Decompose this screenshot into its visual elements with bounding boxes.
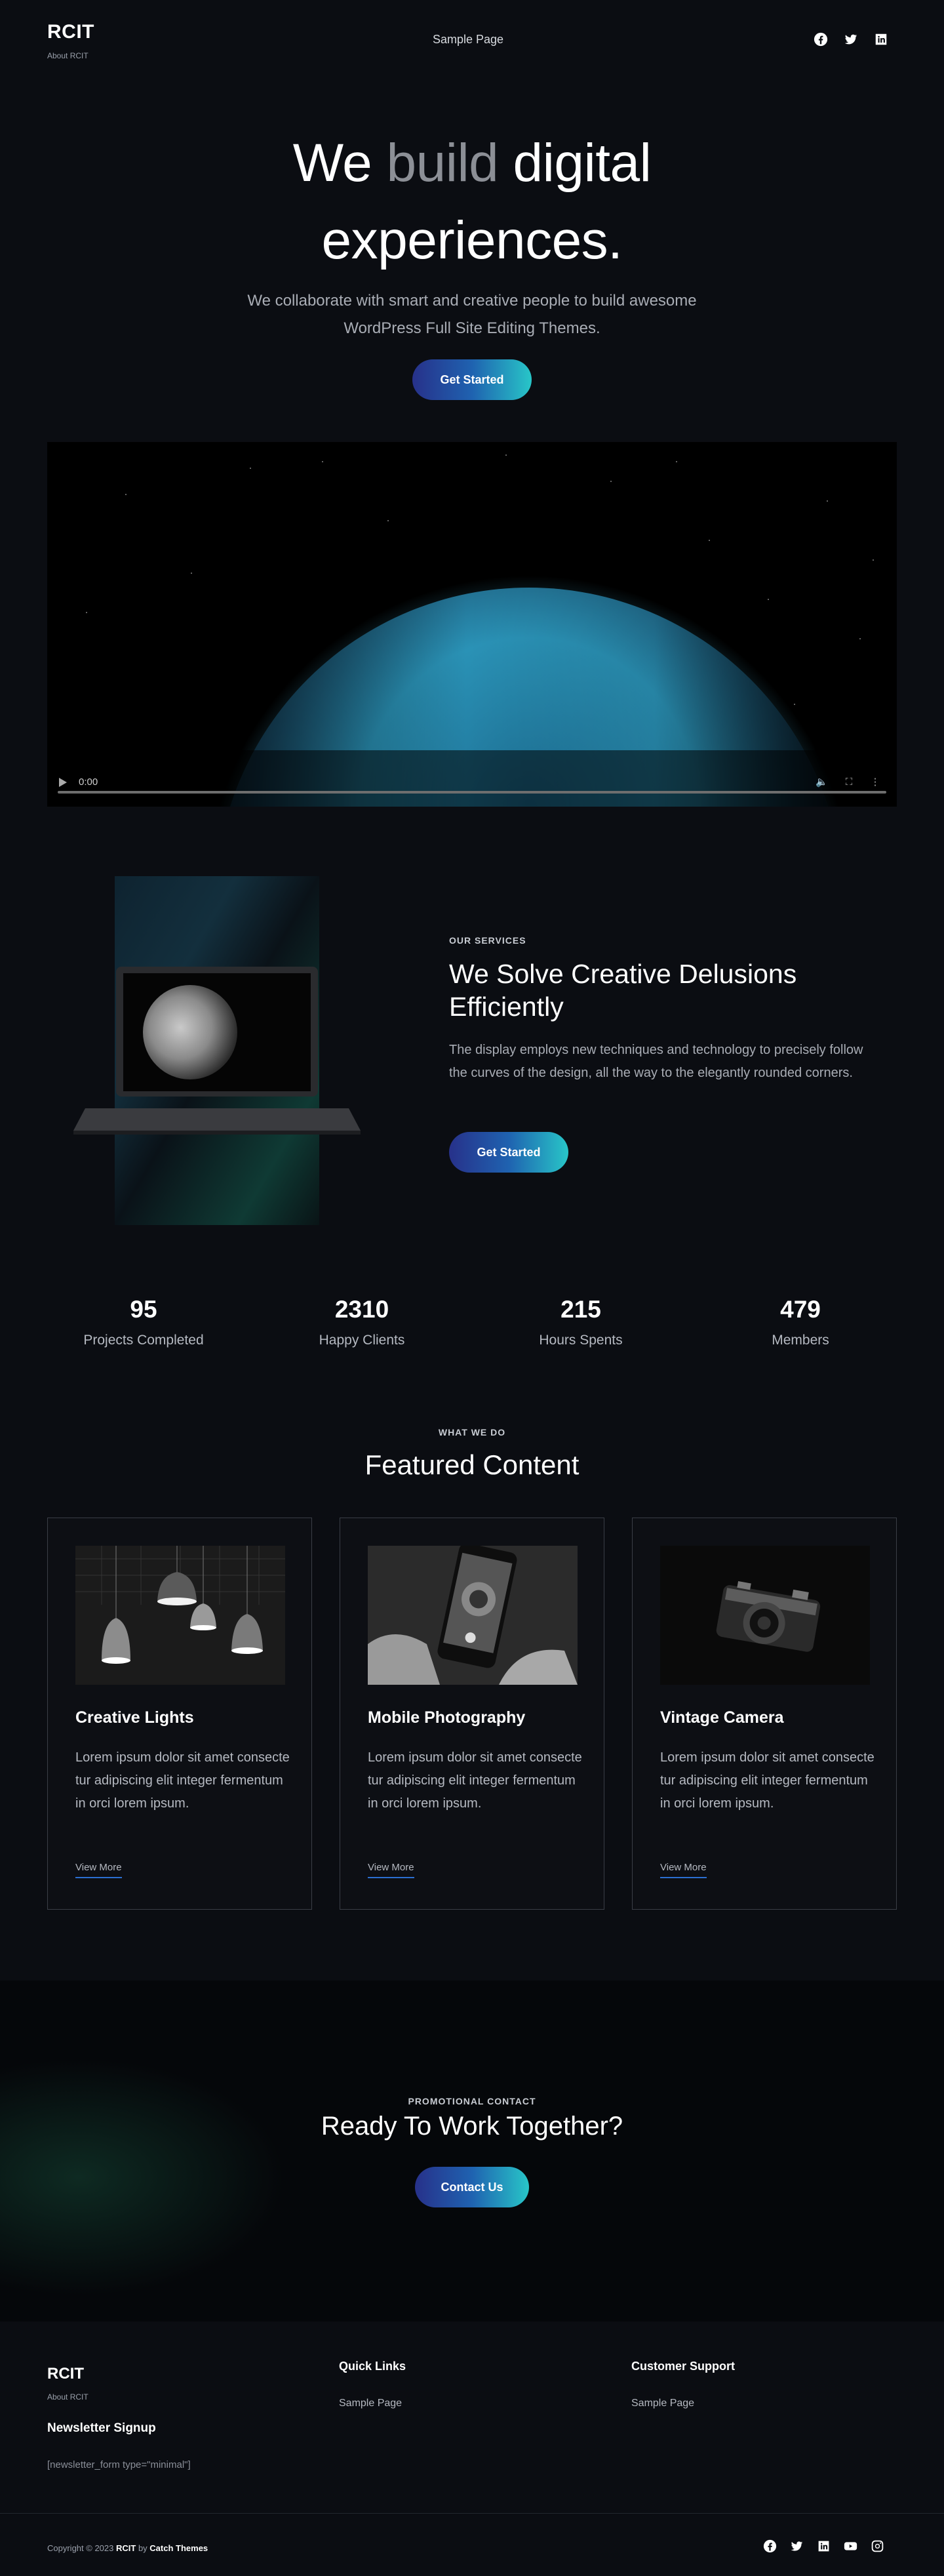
more-options-icon[interactable]: ⋮ xyxy=(869,776,881,788)
card-mobile-photography: Mobile Photography Lorem ipsum dolor sit… xyxy=(340,1518,604,1910)
header-social-links xyxy=(813,31,889,47)
copyright-site-link[interactable]: RCIT xyxy=(116,2543,136,2553)
video-progress-bar[interactable] xyxy=(58,791,886,794)
card-title: Creative Lights xyxy=(75,1708,194,1727)
stat-number: 2310 xyxy=(334,1296,389,1323)
stat-label: Hours Spents xyxy=(539,1333,623,1348)
stat-clients: 2310 Happy Clients xyxy=(264,1296,460,1348)
linkedin-icon[interactable] xyxy=(873,31,889,47)
laptop-moon-image xyxy=(73,876,361,1225)
stat-members: 479 Members xyxy=(702,1296,899,1348)
fullscreen-icon[interactable]: ⛶ xyxy=(843,776,855,788)
card-view-more-link[interactable]: View More xyxy=(368,1862,414,1878)
hero-get-started-button[interactable]: Get Started xyxy=(412,359,532,400)
promo-title: Ready To Work Together? xyxy=(321,2112,623,2141)
site-footer: RCIT About RCIT Newsletter Signup [newsl… xyxy=(0,2322,944,2576)
footer-site-title[interactable]: RCIT xyxy=(47,2365,84,2383)
footer-tagline: About RCIT xyxy=(47,2392,88,2402)
stat-label: Happy Clients xyxy=(319,1333,405,1348)
twitter-icon[interactable] xyxy=(843,31,859,47)
featured-title: Featured Content xyxy=(364,1449,580,1480)
card-title: Mobile Photography xyxy=(368,1708,526,1727)
twitter-icon[interactable] xyxy=(790,2539,804,2556)
card-text: Lorem ipsum dolor sit amet consecte tur … xyxy=(368,1750,582,1811)
services-eyebrow: OUR SERVICES xyxy=(449,935,526,946)
promo-eyebrow: PROMOTIONAL CONTACT xyxy=(408,2096,536,2106)
newsletter-heading: Newsletter Signup xyxy=(47,2421,156,2435)
card-view-more-link[interactable]: View More xyxy=(660,1862,707,1878)
hero-video[interactable]: 0:00 🔈 ⛶ ⋮ xyxy=(47,442,897,807)
quick-links-heading: Quick Links xyxy=(339,2360,406,2373)
services-text: The display employs new techniques and t… xyxy=(449,1043,863,1080)
hero-title-highlight: build xyxy=(386,133,499,193)
stat-projects: 95 Projects Completed xyxy=(45,1296,242,1348)
volume-icon[interactable]: 🔈 xyxy=(816,776,828,788)
site-title[interactable]: RCIT xyxy=(47,21,94,43)
footer-support-link-sample-page[interactable]: Sample Page xyxy=(631,2398,694,2409)
hero-title-line2: experiences. xyxy=(321,211,623,270)
video-time: 0:00 xyxy=(79,776,98,788)
facebook-icon[interactable] xyxy=(813,31,829,47)
hero-title-part1: We xyxy=(292,133,387,193)
customer-support-heading: Customer Support xyxy=(631,2360,736,2373)
planet-video-frame xyxy=(47,442,897,807)
phone-photo-image xyxy=(368,1546,578,1685)
video-controls: 0:00 🔈 ⛶ ⋮ xyxy=(47,767,897,807)
instagram-icon[interactable] xyxy=(871,2539,884,2556)
services-title: We Solve Creative Delusions Efficiently xyxy=(449,959,797,1022)
hero-title-part2: digital xyxy=(498,133,652,193)
card-vintage-camera: Vintage Camera Lorem ipsum dolor sit ame… xyxy=(632,1518,897,1910)
stat-number: 215 xyxy=(560,1296,601,1323)
copyright-author-link[interactable]: Catch Themes xyxy=(149,2543,208,2553)
copyright-prefix: Copyright © 2023 xyxy=(47,2543,116,2553)
services-get-started-button[interactable]: Get Started xyxy=(449,1132,568,1173)
site-header: RCIT About RCIT Sample Page xyxy=(0,0,944,79)
hero-title: We build digital experiences. xyxy=(0,125,944,279)
footer-link-sample-page[interactable]: Sample Page xyxy=(339,2398,402,2409)
card-title: Vintage Camera xyxy=(660,1708,784,1727)
card-text: Lorem ipsum dolor sit amet consecte tur … xyxy=(660,1750,875,1811)
facebook-icon[interactable] xyxy=(763,2539,777,2556)
newsletter-shortcode: [newsletter_form type="minimal"] xyxy=(47,2459,191,2470)
nav-sample-page[interactable]: Sample Page xyxy=(433,33,503,47)
promo-section: PROMOTIONAL CONTACT Ready To Work Togeth… xyxy=(0,1981,944,2322)
featured-eyebrow: WHAT WE DO xyxy=(438,1427,506,1438)
linkedin-icon[interactable] xyxy=(817,2539,831,2556)
contact-us-button[interactable]: Contact Us xyxy=(415,2167,529,2207)
stat-number: 95 xyxy=(130,1296,157,1323)
youtube-icon[interactable] xyxy=(844,2539,857,2556)
card-creative-lights: Creative Lights Lorem ipsum dolor sit am… xyxy=(47,1518,312,1910)
vintage-camera-image xyxy=(660,1546,870,1685)
footer-divider xyxy=(0,2513,944,2514)
stat-label: Members xyxy=(772,1333,829,1348)
stat-number: 479 xyxy=(780,1296,821,1323)
site-tagline: About RCIT xyxy=(47,51,88,60)
page: RCIT About RCIT Sample Page We build dig… xyxy=(0,0,944,2576)
copyright: Copyright © 2023 RCIT by Catch Themes xyxy=(47,2543,208,2553)
card-view-more-link[interactable]: View More xyxy=(75,1862,122,1878)
pendant-lights-image xyxy=(75,1546,285,1685)
stat-label: Projects Completed xyxy=(83,1333,204,1348)
copyright-by: by xyxy=(136,2543,150,2553)
card-text: Lorem ipsum dolor sit amet consecte tur … xyxy=(75,1750,290,1811)
play-icon[interactable] xyxy=(59,778,67,787)
footer-social-links xyxy=(763,2539,884,2556)
hero-subtitle: We collaborate with smart and creative p… xyxy=(247,292,697,337)
stat-hours: 215 Hours Spents xyxy=(482,1296,679,1348)
